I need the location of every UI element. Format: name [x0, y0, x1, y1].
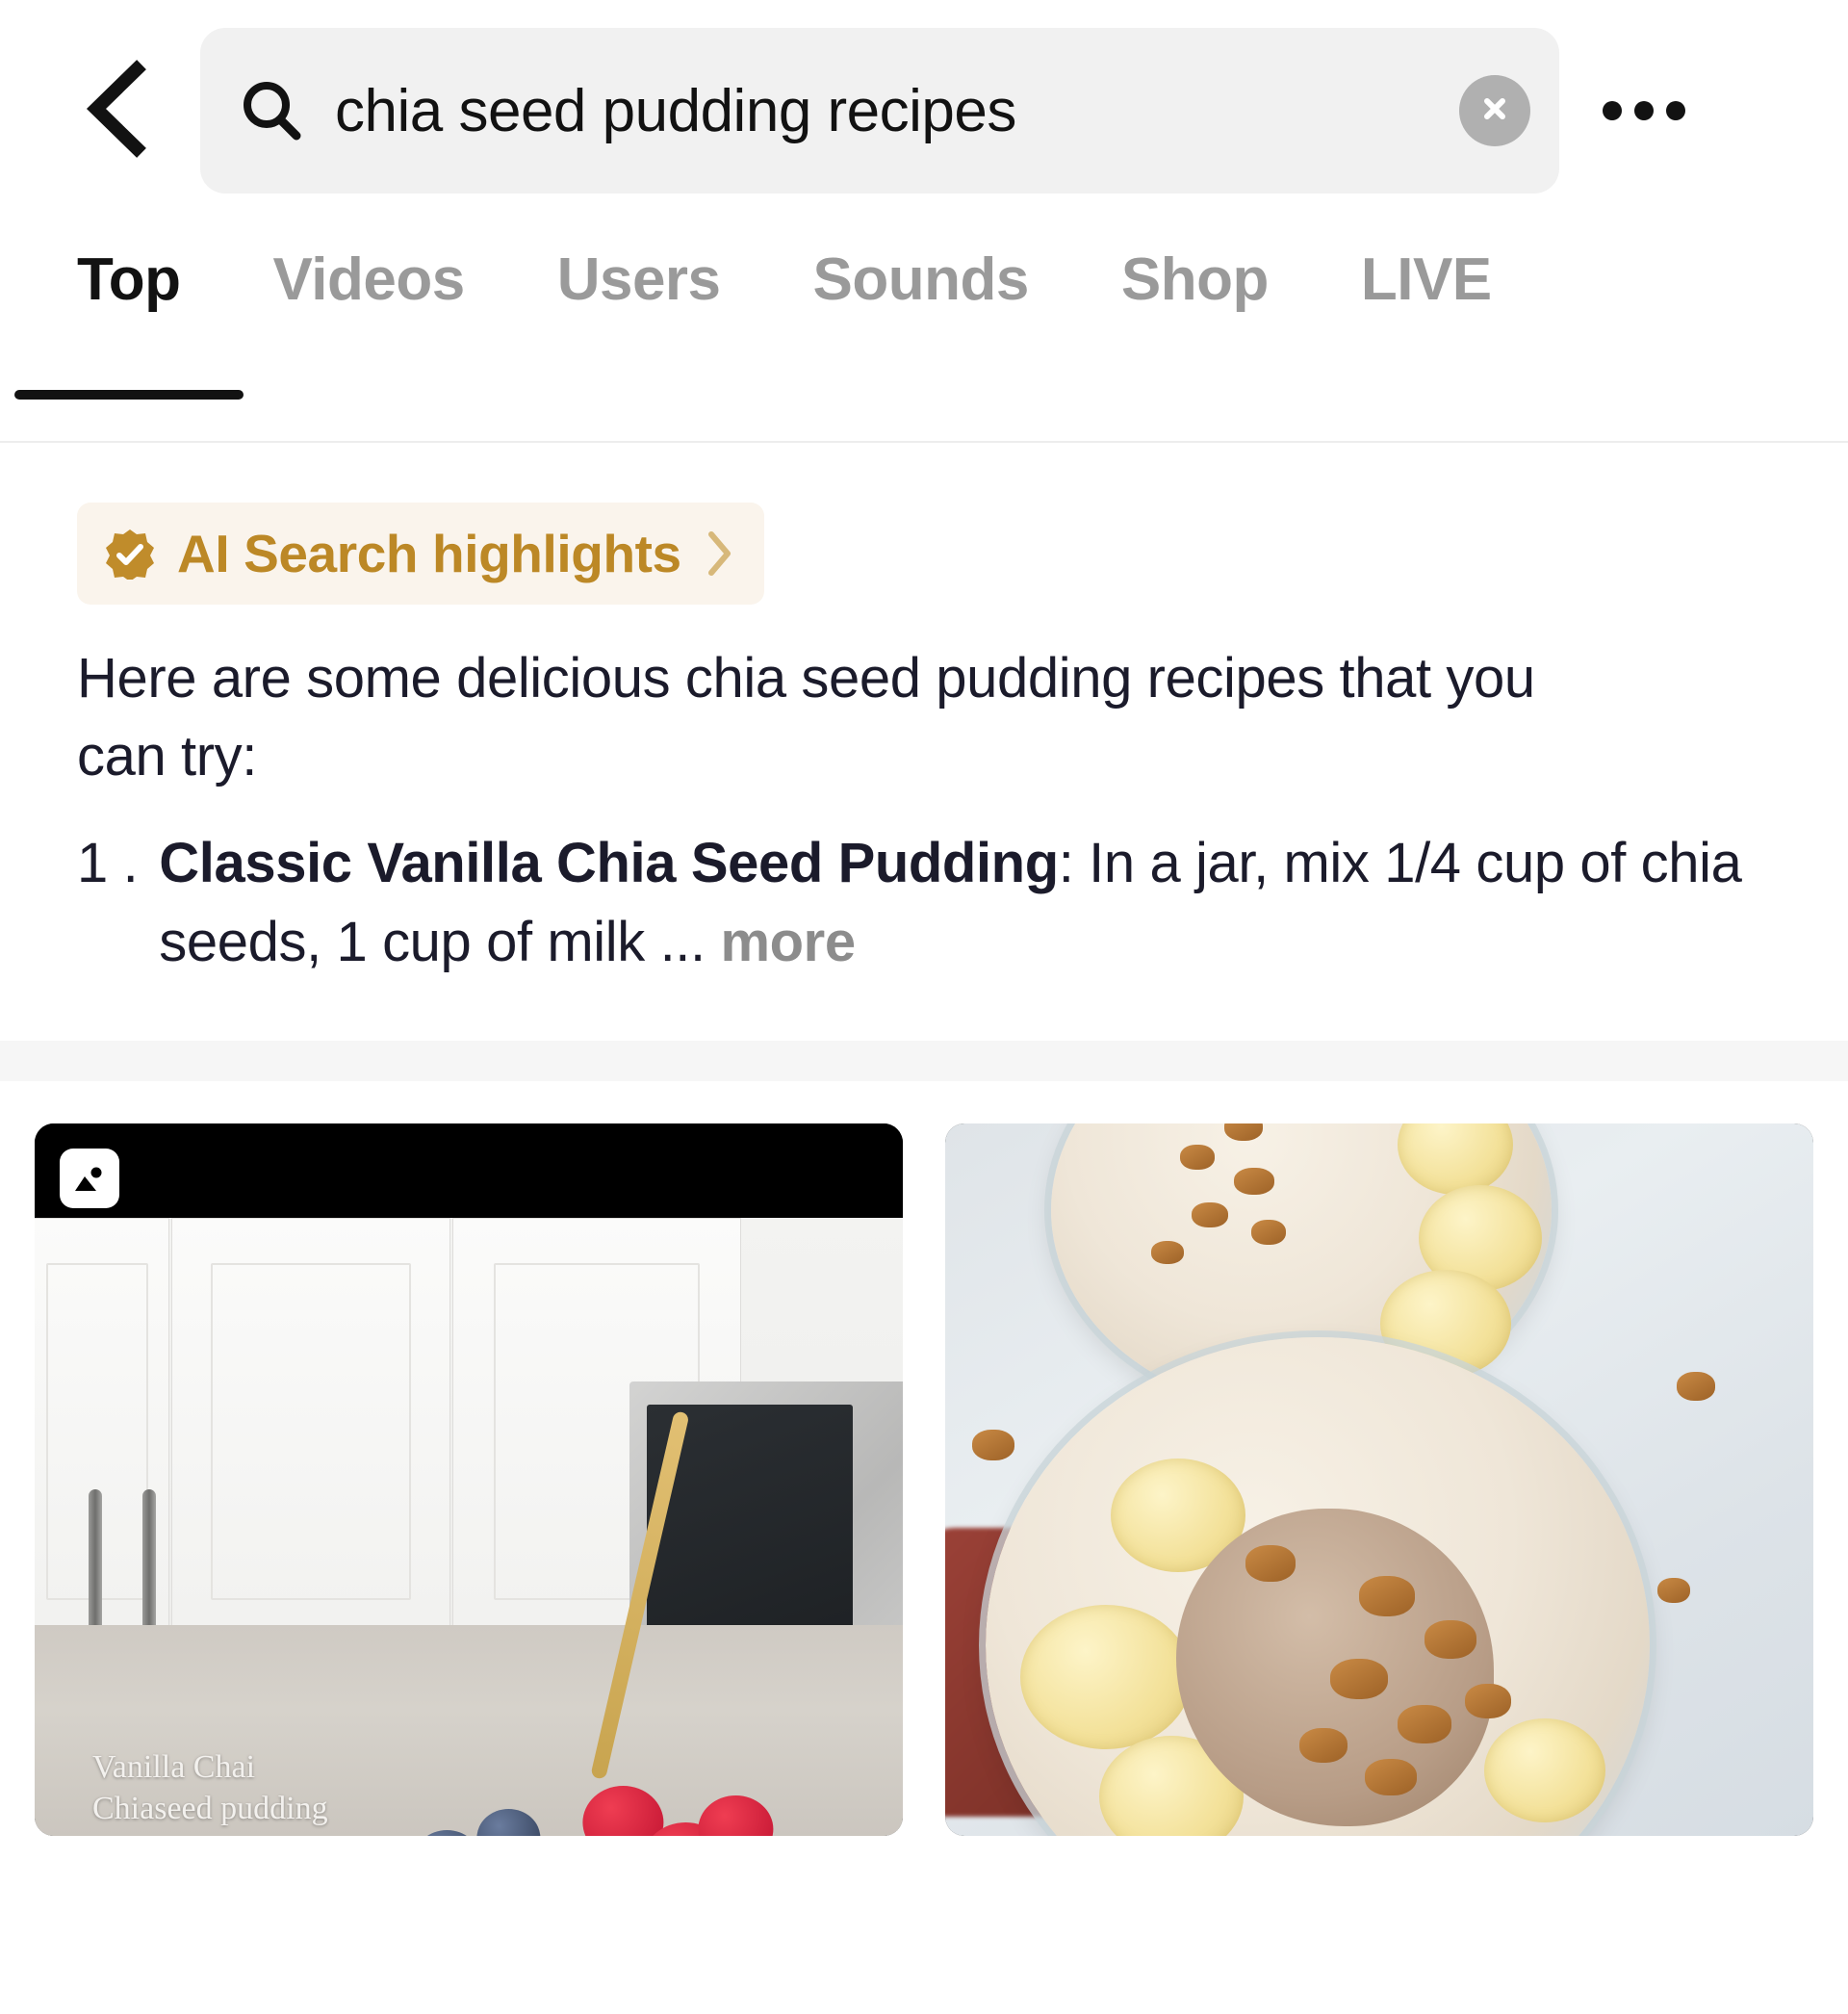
search-input[interactable]: chia seed pudding recipes	[335, 77, 1459, 145]
tab-top[interactable]: Top	[14, 221, 243, 400]
tab-sounds[interactable]: Sounds	[812, 221, 1030, 314]
search-tabs: Top Videos Users Sounds Shop LIVE	[0, 221, 1848, 443]
result-card-2[interactable]	[945, 1123, 1813, 1836]
result-card-1[interactable]: Vanilla Chai Chiaseed pudding	[35, 1123, 903, 1836]
more-options-button[interactable]	[1559, 58, 1729, 164]
tab-live[interactable]: LIVE	[1361, 221, 1492, 314]
tab-shop-label: Shop	[1120, 246, 1269, 313]
back-button[interactable]	[81, 58, 173, 164]
tab-users-label: Users	[556, 246, 721, 313]
ai-search-highlights-label: AI Search highlights	[177, 524, 681, 583]
tab-top-label: Top	[77, 246, 181, 313]
more-options-icon-dot2	[1634, 101, 1654, 120]
verified-badge-icon	[104, 528, 156, 580]
search-results-grid: Vanilla Chai Chiaseed pudding	[0, 1081, 1848, 1836]
result-thumbnail-2	[945, 1123, 1813, 1836]
more-link[interactable]: more	[720, 911, 856, 973]
clear-search-button[interactable]	[1459, 75, 1530, 146]
back-chevron-icon	[81, 56, 158, 167]
search-bar[interactable]: chia seed pudding recipes	[200, 28, 1559, 194]
tab-shop[interactable]: Shop	[1121, 221, 1269, 314]
tab-videos[interactable]: Videos	[272, 221, 466, 314]
list-item-text: Classic Vanilla Chia Seed Pudding: In a …	[159, 824, 1771, 980]
tab-videos-label: Videos	[272, 246, 466, 313]
tab-live-label: LIVE	[1360, 246, 1492, 313]
chevron-right-icon	[703, 529, 735, 579]
list-item: 1 . Classic Vanilla Chia Seed Pudding: I…	[77, 824, 1771, 980]
tab-sounds-label: Sounds	[812, 246, 1030, 313]
ai-recipe-list: 1 . Classic Vanilla Chia Seed Pudding: I…	[77, 824, 1771, 980]
search-icon	[237, 76, 306, 145]
section-divider	[0, 1040, 1848, 1081]
list-item-number: 1 .	[77, 832, 139, 895]
ai-intro-text: Here are some delicious chia seed puddin…	[77, 647, 1535, 788]
thumbnail-caption-1: Vanilla Chai Chiaseed pudding	[92, 1748, 328, 1827]
more-options-icon-dot3	[1666, 101, 1685, 120]
photo-stack-icon	[60, 1148, 119, 1208]
search-header: chia seed pudding recipes	[0, 0, 1848, 221]
ai-search-highlights-button[interactable]: AI Search highlights	[77, 503, 764, 605]
result-thumbnail-1	[35, 1123, 903, 1836]
close-x-icon	[1476, 90, 1514, 133]
tab-users[interactable]: Users	[557, 221, 721, 314]
list-item-title: Classic Vanilla Chia Seed Pudding	[159, 832, 1059, 895]
more-options-icon	[1603, 101, 1622, 120]
ai-search-highlights-section: AI Search highlights Here are some delic…	[0, 443, 1848, 981]
